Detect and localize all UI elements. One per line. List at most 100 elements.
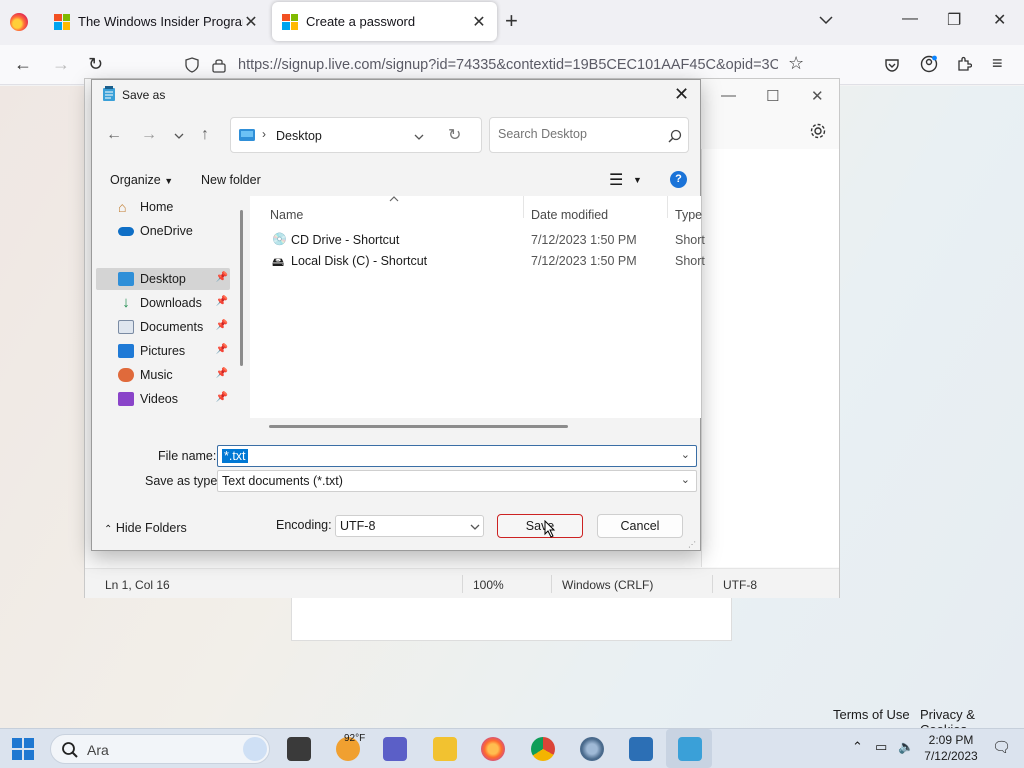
windows-start-icon[interactable] — [12, 738, 34, 760]
minimize-icon[interactable]: — — [902, 10, 918, 28]
file-name-dropdown-icon[interactable]: ⌄ — [681, 448, 690, 461]
file-name: CD Drive - Shortcut — [291, 233, 400, 247]
firefox-icon[interactable] — [10, 13, 28, 31]
reader-app-icon[interactable] — [629, 737, 653, 761]
bing-icon[interactable] — [243, 737, 267, 761]
sort-arrow-icon — [389, 196, 399, 202]
lock-icon[interactable] — [212, 57, 226, 73]
firefox-taskbar-icon[interactable] — [481, 737, 505, 761]
notepad-minimize-icon[interactable]: — — [721, 87, 736, 104]
cancel-button[interactable]: Cancel — [597, 514, 683, 538]
tray-chevron-icon[interactable]: ⌃ — [852, 739, 863, 755]
app-icon[interactable] — [580, 737, 604, 761]
file-row[interactable]: 💿 CD Drive - Shortcut 7/12/2023 1:50 PM … — [250, 230, 705, 250]
nav-item-music[interactable]: Music 📌 — [96, 364, 230, 386]
search-box[interactable] — [489, 117, 689, 153]
pin-icon[interactable]: 📌 — [216, 320, 228, 331]
account-icon[interactable] — [920, 55, 938, 73]
file-type: Short — [675, 233, 705, 247]
file-list-scrollbar[interactable] — [269, 425, 568, 428]
url-bar[interactable]: https://signup.live.com/signup?id=74335&… — [176, 50, 816, 80]
forward-icon[interactable]: → — [141, 126, 157, 144]
recent-locations-chevron-icon[interactable] — [174, 132, 184, 140]
back-icon[interactable]: ← — [14, 55, 32, 73]
network-icon[interactable]: ▭ — [875, 739, 887, 755]
save-as-type-select[interactable]: Text documents (*.txt) ⌄ — [217, 470, 697, 492]
file-row[interactable]: 🖴 Local Disk (C) - Shortcut 7/12/2023 1:… — [250, 251, 705, 271]
list-tabs-chevron-icon[interactable] — [818, 12, 834, 28]
pocket-icon[interactable] — [884, 57, 900, 73]
restore-icon[interactable]: ❐ — [947, 10, 961, 30]
column-header-type[interactable]: Type — [675, 208, 702, 222]
chevron-up-icon: ⌃ — [104, 524, 113, 535]
column-divider[interactable] — [667, 196, 668, 218]
column-header-name[interactable]: Name — [270, 208, 303, 222]
nav-pane-scrollbar[interactable] — [240, 210, 243, 366]
help-icon[interactable]: ? — [670, 171, 687, 188]
close-window-icon[interactable]: ✕ — [993, 10, 1006, 30]
settings-gear-icon[interactable] — [809, 122, 827, 140]
address-bar[interactable]: › Desktop ↻ — [230, 117, 482, 153]
file-name-label: File name: — [158, 449, 217, 463]
search-input[interactable] — [498, 127, 658, 141]
reload-icon[interactable]: ↻ — [88, 55, 103, 73]
view-dropdown-icon[interactable]: ▼ — [633, 175, 642, 185]
nav-item-downloads[interactable]: ↓ Downloads 📌 — [96, 292, 230, 314]
save-button[interactable]: Save — [497, 514, 583, 538]
notepad-maximize-icon[interactable]: ☐ — [766, 87, 779, 105]
organize-button[interactable]: Organize ▼ — [110, 173, 173, 187]
page-card — [291, 597, 732, 641]
notepad-text-area[interactable] — [701, 149, 839, 567]
encoding-select[interactable]: UTF-8 — [335, 515, 484, 537]
close-tab-icon[interactable]: ✕ — [243, 12, 259, 32]
column-header-date[interactable]: Date modified — [531, 208, 608, 222]
pin-icon[interactable]: 📌 — [216, 272, 228, 283]
bookmark-star-icon[interactable]: ☆ — [788, 53, 804, 74]
forward-icon[interactable]: → — [52, 55, 70, 73]
taskbar-clock[interactable]: 2:09 PM 7/12/2023 — [920, 732, 982, 764]
new-tab-icon[interactable]: + — [505, 10, 518, 32]
view-options-icon[interactable]: ☰ — [609, 170, 623, 190]
address-dropdown-icon[interactable] — [414, 133, 424, 141]
pin-icon[interactable]: 📌 — [216, 392, 228, 403]
dialog-close-icon[interactable]: ✕ — [674, 84, 689, 105]
file-explorer-icon[interactable] — [433, 737, 457, 761]
pin-icon[interactable]: 📌 — [216, 368, 228, 379]
shield-icon[interactable] — [184, 57, 200, 73]
search-icon[interactable] — [668, 129, 682, 143]
nav-item-pictures[interactable]: Pictures 📌 — [96, 340, 230, 362]
tab-windows-insider[interactable]: The Windows Insider Program ✕ — [44, 2, 269, 41]
resize-grip-icon[interactable]: ⋰ — [688, 540, 696, 549]
nav-item-desktop[interactable]: Desktop 📌 — [96, 268, 230, 290]
back-icon[interactable]: ← — [106, 126, 122, 144]
notifications-icon[interactable]: 🗨 — [992, 738, 1011, 756]
pin-icon[interactable]: 📌 — [216, 296, 228, 307]
microsoft-logo-icon — [54, 13, 70, 30]
clock-date: 7/12/2023 — [924, 749, 978, 763]
nav-item-documents[interactable]: Documents 📌 — [96, 316, 230, 338]
chrome-icon[interactable] — [531, 737, 555, 761]
teams-icon[interactable] — [383, 737, 407, 761]
volume-icon[interactable]: 🔈 — [898, 739, 914, 755]
taskbar-search[interactable]: Ara — [50, 734, 270, 764]
menu-icon[interactable]: ≡ — [992, 53, 1003, 74]
notepad-close-icon[interactable]: ✕ — [811, 87, 824, 105]
nav-item-home[interactable]: ⌂ Home — [96, 196, 230, 218]
task-view-icon[interactable] — [287, 737, 311, 761]
close-tab-icon[interactable]: ✕ — [471, 12, 487, 32]
tab-create-password[interactable]: Create a password ✕ — [272, 2, 497, 41]
nav-item-videos[interactable]: Videos 📌 — [96, 388, 230, 410]
terms-link[interactable]: Terms of Use — [833, 707, 910, 722]
column-divider[interactable] — [523, 196, 524, 218]
pin-icon[interactable]: 📌 — [216, 344, 228, 355]
save-as-type-dropdown-icon[interactable]: ⌄ — [681, 473, 690, 486]
up-folder-icon[interactable]: ↑ — [201, 126, 209, 144]
hide-folders-button[interactable]: ⌃ Hide Folders — [104, 521, 187, 535]
notepad-taskbar-icon[interactable] — [678, 737, 702, 761]
new-folder-button[interactable]: New folder — [201, 173, 261, 187]
extensions-icon[interactable] — [956, 56, 972, 72]
file-name-field[interactable]: *.txt ⌄ — [217, 445, 697, 467]
breadcrumb-separator-icon: › — [262, 127, 266, 141]
nav-item-onedrive[interactable]: OneDrive — [96, 220, 230, 242]
refresh-icon[interactable]: ↻ — [448, 125, 461, 145]
